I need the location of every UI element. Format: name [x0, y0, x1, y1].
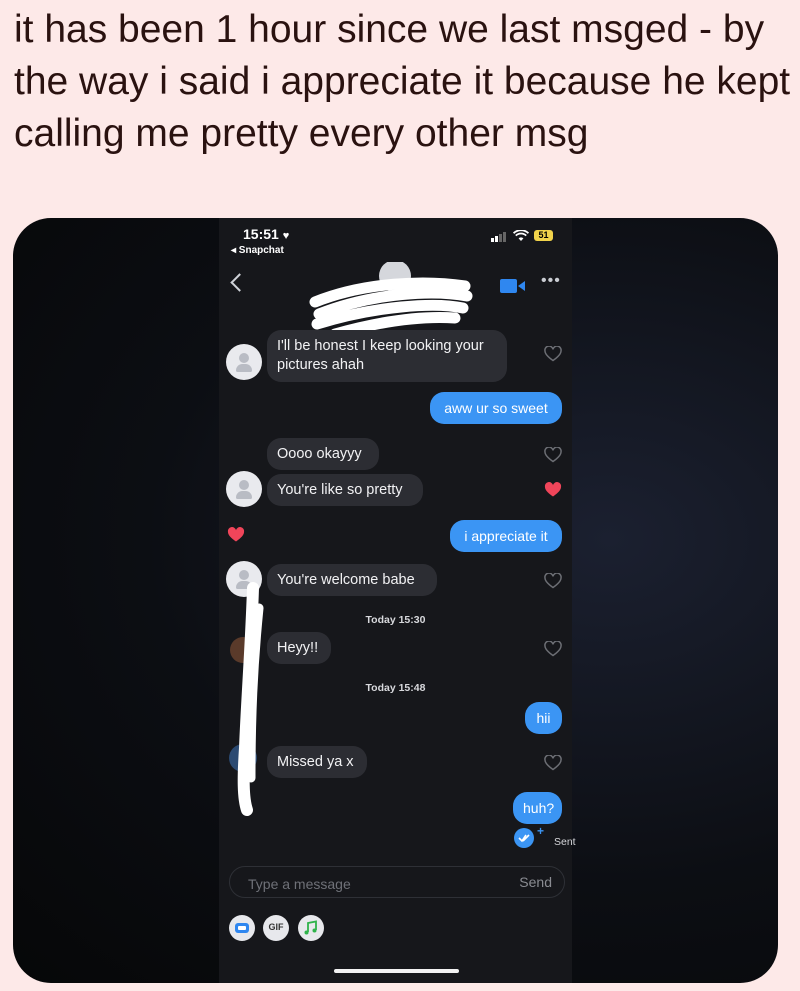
status-time: 15:51 ♥: [243, 226, 289, 242]
message-text: Missed ya x: [277, 754, 354, 770]
send-button[interactable]: Send: [519, 874, 552, 890]
music-button[interactable]: [298, 915, 324, 941]
music-icon: [304, 920, 317, 935]
heart-icon[interactable]: [544, 755, 562, 771]
signal-icon: [491, 232, 506, 242]
message-text: Oooo okayyy: [277, 446, 362, 462]
message-text: hii: [536, 710, 551, 726]
outgoing-message[interactable]: aww ur so sweet: [430, 392, 562, 424]
outgoing-message[interactable]: huh?: [513, 792, 562, 824]
message-text: huh?: [523, 800, 555, 816]
message-composer: Send: [229, 866, 565, 898]
wifi-icon: [513, 230, 529, 241]
home-indicator[interactable]: [334, 969, 459, 973]
gif-button[interactable]: GIF: [263, 915, 289, 941]
video-camera-icon[interactable]: [500, 279, 526, 293]
gif-label: GIF: [268, 922, 284, 932]
outgoing-message[interactable]: hii: [525, 702, 562, 734]
phone-screen: 15:51 ♥ ◂ Snapchat 51 ••• I'll be honest…: [219, 218, 576, 983]
message-text: i appreciate it: [464, 528, 548, 544]
heart-icon[interactable]: [544, 573, 562, 589]
message-text: You're welcome babe: [277, 572, 415, 588]
incoming-message[interactable]: Heyy!!: [267, 632, 331, 664]
message-text: aww ur so sweet: [444, 400, 548, 416]
incoming-message[interactable]: You're like so pretty: [267, 474, 423, 506]
heart-icon: ♥: [282, 230, 290, 242]
status-time-text: 15:51: [243, 226, 279, 242]
heart-icon[interactable]: [227, 527, 245, 543]
sticker-icon: [235, 923, 249, 933]
sent-check-icon: [514, 828, 534, 848]
message-text: Heyy!!: [277, 640, 319, 656]
message-text: You're like so pretty: [277, 482, 403, 498]
chevron-left-icon[interactable]: [230, 273, 249, 292]
message-text: I'll be honest I keep looking your pictu…: [277, 338, 484, 373]
incoming-message[interactable]: You're welcome babe: [267, 564, 437, 596]
sticker-button[interactable]: [229, 915, 255, 941]
back-to-app-link[interactable]: ◂ Snapchat: [231, 245, 284, 256]
avatar[interactable]: [226, 344, 262, 380]
plus-icon: +: [537, 824, 545, 838]
incoming-message[interactable]: Oooo okayyy: [267, 438, 379, 470]
heart-icon[interactable]: [544, 447, 562, 463]
post-caption: it has been 1 hour since we last msged -…: [14, 8, 791, 155]
screenshot-frame: 15:51 ♥ ◂ Snapchat 51 ••• I'll be honest…: [13, 218, 778, 983]
incoming-message[interactable]: I'll be honest I keep looking your pictu…: [267, 330, 507, 382]
incoming-message[interactable]: Missed ya x: [267, 746, 367, 778]
message-input[interactable]: [246, 873, 480, 895]
battery-indicator: 51: [534, 230, 553, 241]
heart-icon[interactable]: [544, 641, 562, 657]
redaction-scribble: [229, 582, 264, 816]
more-icon[interactable]: •••: [541, 273, 561, 289]
avatar[interactable]: [226, 471, 262, 507]
sent-status: Sent: [554, 836, 576, 848]
heart-icon[interactable]: [544, 346, 562, 362]
heart-icon[interactable]: [544, 482, 562, 498]
outgoing-message[interactable]: i appreciate it: [450, 520, 562, 552]
